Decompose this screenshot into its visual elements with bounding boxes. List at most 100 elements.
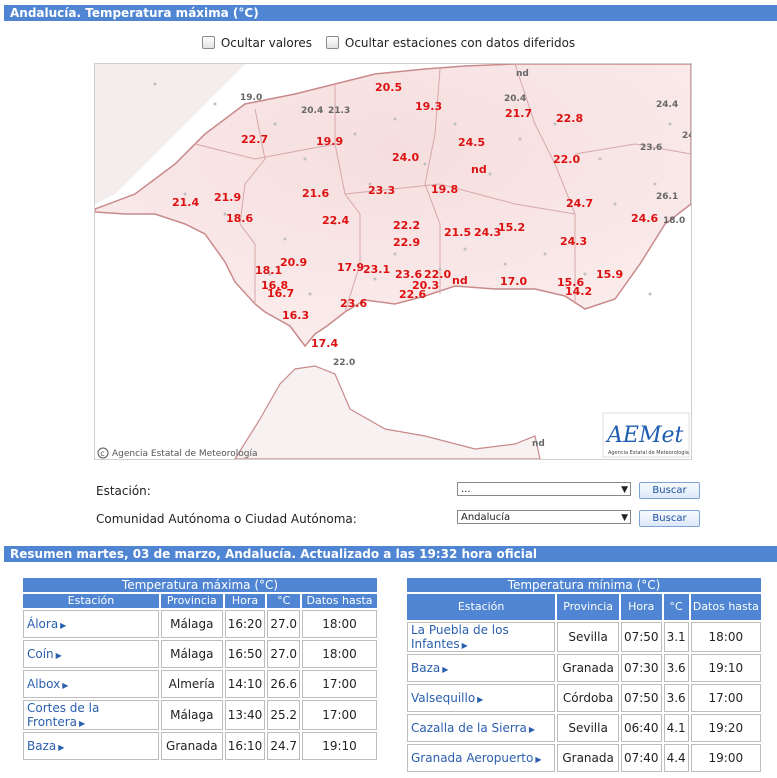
province-cell: Granada [557, 744, 619, 772]
deferred-station-value[interactable]: nd [516, 69, 529, 79]
station-name[interactable]: Valsequillo [411, 691, 475, 705]
deferred-station-value[interactable]: 19.0 [240, 93, 262, 103]
hide-values-label: Ocultar valores [220, 36, 313, 50]
station-name[interactable]: Cortes de la Frontera [27, 701, 99, 729]
min-table-body: La Puebla de los Infantes ▶ Sevilla 07:50 3.… [407, 622, 761, 772]
station-max-value[interactable]: 21.5 [444, 226, 471, 239]
deferred-station-value[interactable]: 22.0 [333, 358, 355, 368]
deferred-station-value[interactable]: 20.4 [301, 106, 323, 116]
station-max-value[interactable]: 14.2 [565, 285, 592, 298]
station-max-value[interactable]: 22.9 [393, 236, 420, 249]
station-link[interactable]: Baza ▶ [407, 654, 556, 682]
station-max-value[interactable]: 20.5 [375, 81, 402, 94]
station-max-value[interactable]: 16.7 [267, 287, 294, 300]
deferred-station-value[interactable]: 24.4 [656, 100, 678, 110]
station-link[interactable]: Albox ▶ [23, 670, 159, 698]
min-temperature-table: Temperatura mínima (°C) Estación Provinc… [405, 576, 763, 774]
station-link[interactable]: Cazalla de la Sierra ▶ [407, 714, 556, 742]
time-cell: 16:20 [224, 610, 266, 638]
deferred-station-value[interactable]: 23.6 [640, 143, 662, 153]
station-select[interactable]: ... ▼ [457, 482, 631, 496]
deferred-station-value[interactable]: 20.4 [504, 94, 526, 104]
station-name[interactable]: Albox [27, 677, 60, 691]
deferred-station-value[interactable]: 21.3 [328, 106, 350, 116]
station-max-value[interactable]: 19.3 [415, 100, 442, 113]
deferred-station-value[interactable]: nd [532, 439, 545, 449]
province-cell: Córdoba [557, 684, 619, 712]
station-max-value[interactable]: 24.7 [566, 197, 593, 210]
station-max-value[interactable]: 24.5 [458, 136, 485, 149]
summary-title: Resumen martes, 03 de marzo, Andalucía. … [4, 546, 777, 562]
station-search-button[interactable]: Buscar [639, 482, 700, 499]
station-max-value[interactable]: 19.8 [431, 183, 458, 196]
station-name[interactable]: Baza [27, 739, 56, 753]
station-max-value[interactable]: 21.6 [302, 187, 329, 200]
chevron-right-icon: ▶ [62, 681, 69, 690]
hide-deferred-option[interactable]: Ocultar estaciones con datos diferidos [325, 36, 575, 50]
table-row: Albox ▶ Almería 14:10 26.6 17:00 [23, 670, 377, 698]
hide-values-checkbox[interactable] [201, 36, 215, 49]
station-max-value[interactable]: 21.4 [172, 196, 199, 209]
deferred-station-value[interactable]: 26.1 [656, 192, 678, 202]
station-max-value[interactable]: 22.2 [393, 219, 420, 232]
time-cell: 07:50 [620, 622, 662, 652]
station-max-value[interactable]: 22.0 [553, 153, 580, 166]
station-max-value[interactable]: 23.3 [368, 184, 395, 197]
station-max-value[interactable]: 23.6 [340, 297, 367, 310]
station-max-value[interactable]: 21.7 [505, 107, 532, 120]
temperature-cell: 4.1 [663, 714, 689, 742]
table-row: Baza ▶ Granada 07:30 3.6 19:10 [407, 654, 761, 682]
station-max-value[interactable]: nd [452, 274, 468, 287]
station-max-value[interactable]: nd [471, 163, 487, 176]
community-select[interactable]: Andalucía ▼ [457, 510, 631, 524]
aemet-logo-text: AEMet [605, 423, 683, 448]
table-row: Cortes de la Frontera ▶ Málaga 13:40 25.2 17:… [23, 700, 377, 730]
station-link[interactable]: Álora ▶ [23, 610, 159, 638]
station-link[interactable]: Baza ▶ [23, 732, 159, 760]
chevron-right-icon: ▶ [442, 665, 449, 674]
hide-values-option[interactable]: Ocultar valores [201, 36, 313, 50]
table-row: Granada Aeropuerto ▶ Granada 07:40 4.4 19:00 [407, 744, 761, 772]
station-max-value[interactable]: 18.1 [255, 264, 282, 277]
map-credit-text: Agencia Estatal de Meteorología [112, 449, 258, 459]
station-max-value[interactable]: 17.0 [500, 275, 527, 288]
station-link[interactable]: Cortes de la Frontera ▶ [23, 700, 159, 730]
station-max-value[interactable]: 16.3 [282, 309, 309, 322]
station-max-value[interactable]: 15.2 [498, 221, 525, 234]
chevron-right-icon: ▶ [58, 743, 65, 752]
station-link[interactable]: Coín ▶ [23, 640, 159, 668]
station-name[interactable]: Cazalla de la Sierra [411, 721, 527, 735]
station-max-value[interactable]: 24.0 [392, 151, 419, 164]
station-name[interactable]: Coín [27, 647, 54, 661]
station-max-value[interactable]: 17.4 [311, 337, 338, 350]
temperature-map[interactable]: 20.5 19.3 21.7 22.8 22.7 19.9 24.0 24.5 nd 22.0 23… [94, 63, 692, 460]
station-name[interactable]: Granada Aeropuerto [411, 751, 533, 765]
station-max-value[interactable]: 22.7 [241, 133, 268, 146]
station-max-value[interactable]: 22.4 [322, 214, 349, 227]
temperature-cell: 3.1 [663, 622, 689, 652]
station-max-value[interactable]: 17.9 [337, 261, 364, 274]
station-max-value[interactable]: 18.6 [226, 212, 253, 225]
deferred-station-value[interactable]: 24.2 [682, 131, 691, 141]
station-name[interactable]: Álora [27, 617, 58, 631]
hide-deferred-checkbox[interactable] [325, 36, 339, 49]
station-link[interactable]: Valsequillo ▶ [407, 684, 556, 712]
map-credit: c Agencia Estatal de Meteorología [97, 447, 258, 459]
station-name[interactable]: La Puebla de los Infantes [411, 623, 509, 651]
station-link[interactable]: La Puebla de los Infantes ▶ [407, 622, 556, 652]
station-max-value[interactable]: 19.9 [316, 135, 343, 148]
community-search-button[interactable]: Buscar [639, 510, 700, 527]
station-max-value[interactable]: 22.8 [556, 112, 583, 125]
station-link[interactable]: Granada Aeropuerto ▶ [407, 744, 556, 772]
station-max-value[interactable]: 21.9 [214, 191, 241, 204]
deferred-station-value[interactable]: 18.0 [663, 216, 685, 226]
station-max-value[interactable]: 22.6 [399, 288, 426, 301]
station-max-value[interactable]: 23.1 [363, 263, 390, 276]
station-max-value[interactable]: 24.6 [631, 212, 658, 225]
station-max-value[interactable]: 15.9 [596, 268, 623, 281]
data-until-cell: 17:00 [690, 684, 761, 712]
time-cell: 07:50 [620, 684, 662, 712]
station-name[interactable]: Baza [411, 661, 440, 675]
station-max-value[interactable]: 20.9 [280, 256, 307, 269]
station-max-value[interactable]: 24.3 [560, 235, 587, 248]
